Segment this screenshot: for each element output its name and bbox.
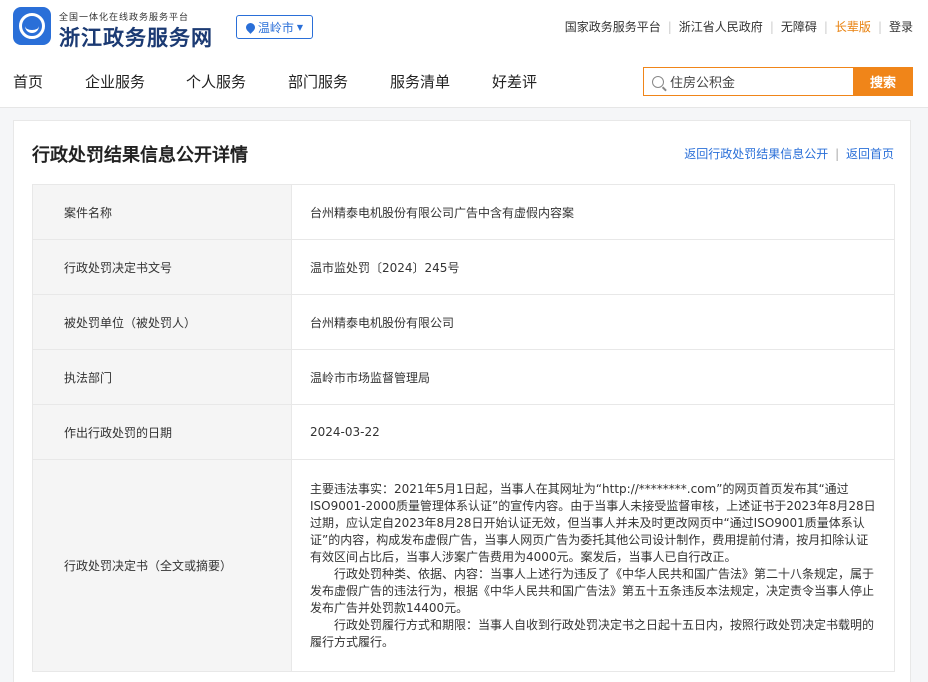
link-back-to-list[interactable]: 返回行政处罚结果信息公开 — [684, 147, 828, 161]
search-icon — [652, 75, 664, 88]
table-row: 执法部门 温岭市市场监督管理局 — [32, 349, 895, 405]
link-elder-mode[interactable]: 长辈版 — [835, 18, 871, 35]
field-label: 行政处罚决定书（全文或摘要） — [32, 459, 292, 672]
field-label: 案件名称 — [32, 184, 292, 240]
divider: | — [823, 19, 828, 34]
caret-down-icon: ▼ — [296, 22, 304, 32]
decision-paragraph: 行政处罚履行方式和期限：当事人自收到行政处罚决定书之日起十五日内，按照行政处罚决… — [310, 617, 875, 649]
divider: | — [835, 147, 840, 161]
content-panel: 行政处罚结果信息公开详情 返回行政处罚结果信息公开 | 返回首页 案件名称 台州… — [13, 120, 911, 682]
field-value: 2024-03-22 — [291, 404, 895, 460]
link-zhejiang-gov[interactable]: 浙江省人民政府 — [679, 18, 763, 35]
search-box — [643, 67, 853, 96]
search-button[interactable]: 搜索 — [853, 67, 913, 96]
divider: | — [667, 19, 672, 34]
field-value: 温市监处罚〔2024〕245号 — [291, 239, 895, 295]
divider: | — [769, 19, 774, 34]
divider: | — [877, 19, 882, 34]
table-row: 行政处罚决定书文号 温市监处罚〔2024〕245号 — [32, 239, 895, 295]
site-logo[interactable] — [13, 7, 51, 45]
main-nav: 首页 企业服务 个人服务 部门服务 服务清单 好差评 搜索 — [0, 56, 928, 108]
top-links: 国家政务服务平台 | 浙江省人民政府 | 无障碍 | 长辈版 | 登录 — [565, 18, 913, 35]
link-national-platform[interactable]: 国家政务服务平台 — [565, 18, 661, 35]
detail-table: 案件名称 台州精泰电机股份有限公司广告中含有虚假内容案 行政处罚决定书文号 温市… — [32, 184, 895, 672]
top-header: 全国一体化在线政务服务平台 浙江政务服务网 温岭市 ▼ 国家政务服务平台 | 浙… — [0, 0, 928, 56]
decision-paragraph: 行政处罚种类、依据、内容：当事人上述行为违反了《中华人民共和国广告法》第二十八条… — [310, 566, 875, 615]
table-row: 被处罚单位（被处罚人） 台州精泰电机股份有限公司 — [32, 294, 895, 350]
nav-enterprise-services[interactable]: 企业服务 — [85, 71, 145, 92]
decision-paragraph: 主要违法事实：2021年5月1日起，当事人在其网址为“http://******… — [310, 481, 876, 564]
nav-service-list[interactable]: 服务清单 — [390, 71, 450, 92]
field-value: 台州精泰电机股份有限公司广告中含有虚假内容案 — [291, 184, 895, 240]
link-accessibility[interactable]: 无障碍 — [781, 18, 817, 35]
nav-feedback[interactable]: 好差评 — [492, 71, 537, 92]
city-selector[interactable]: 温岭市 ▼ — [236, 15, 313, 39]
brand-title[interactable]: 浙江政务服务网 — [59, 22, 213, 52]
table-row: 行政处罚决定书（全文或摘要） 主要违法事实：2021年5月1日起，当事人在其网址… — [32, 459, 895, 672]
nav-personal-services[interactable]: 个人服务 — [186, 71, 246, 92]
field-label: 行政处罚决定书文号 — [32, 239, 292, 295]
breadcrumb: 返回行政处罚结果信息公开 | 返回首页 — [684, 145, 894, 162]
nav-department-services[interactable]: 部门服务 — [288, 71, 348, 92]
field-label: 作出行政处罚的日期 — [32, 404, 292, 460]
table-row: 作出行政处罚的日期 2024-03-22 — [32, 404, 895, 460]
logo-icon — [19, 13, 45, 39]
field-value: 温岭市市场监督管理局 — [291, 349, 895, 405]
search-input[interactable] — [670, 74, 840, 89]
decision-text: 主要违法事实：2021年5月1日起，当事人在其网址为“http://******… — [291, 459, 895, 672]
link-back-home[interactable]: 返回首页 — [846, 147, 894, 161]
table-row: 案件名称 台州精泰电机股份有限公司广告中含有虚假内容案 — [32, 184, 895, 240]
page-title: 行政处罚结果信息公开详情 — [32, 145, 248, 166]
link-login[interactable]: 登录 — [889, 18, 913, 35]
city-label: 温岭市 — [257, 20, 294, 35]
field-value: 台州精泰电机股份有限公司 — [291, 294, 895, 350]
location-pin-icon — [244, 20, 257, 34]
field-label: 被处罚单位（被处罚人） — [32, 294, 292, 350]
field-label: 执法部门 — [32, 349, 292, 405]
nav-home[interactable]: 首页 — [13, 71, 43, 92]
